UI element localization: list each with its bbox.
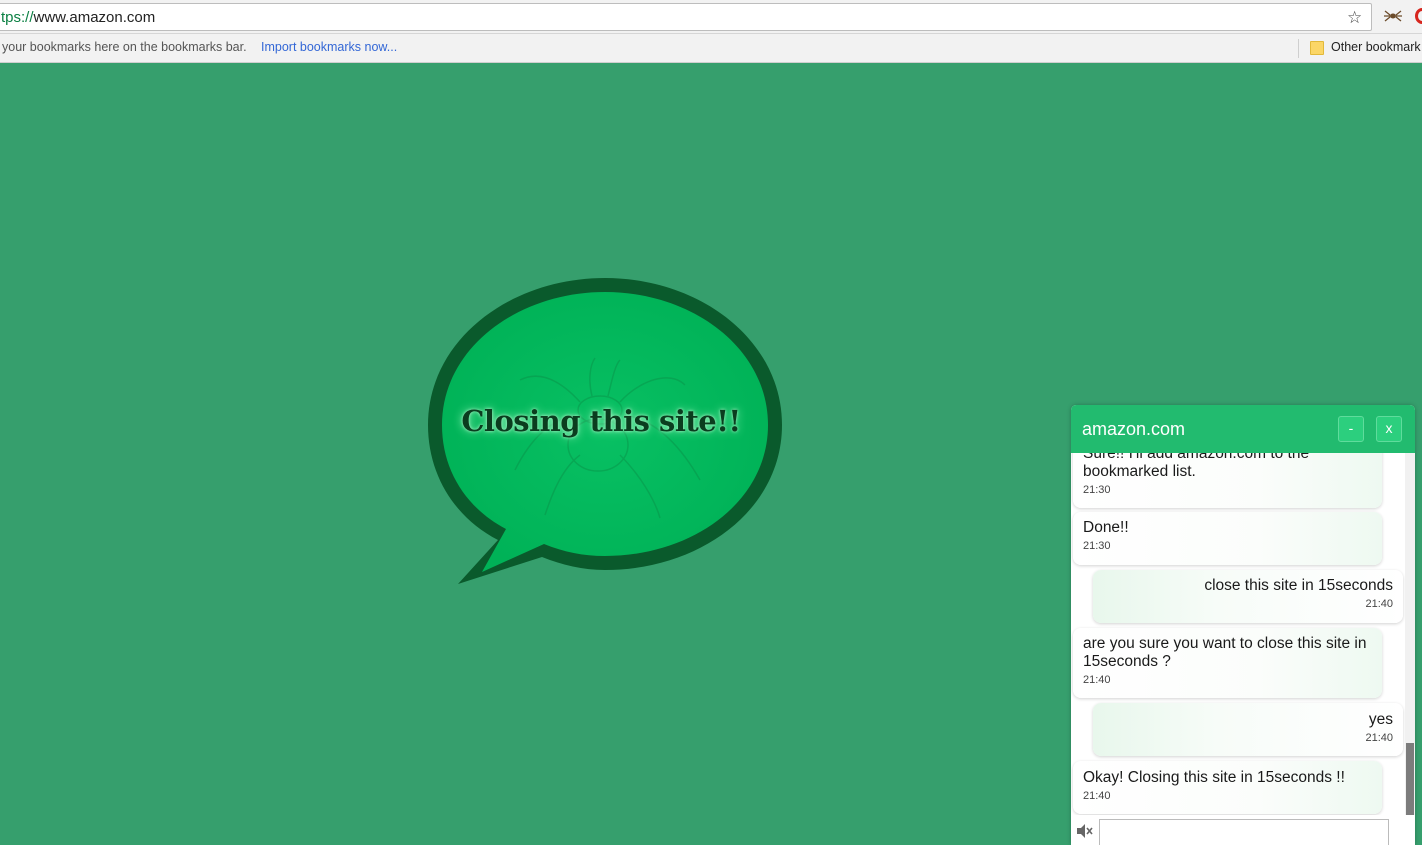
chat-message-input[interactable] — [1099, 819, 1389, 845]
chat-message-bot: Done!! 21:30 — [1073, 512, 1382, 565]
address-bar: tps://www.amazon.com ☆ — [0, 0, 1422, 34]
url-text[interactable]: tps://www.amazon.com — [1, 9, 155, 26]
closing-speech-bubble: Closing this site!! — [420, 270, 790, 590]
url-host: www.amazon.com — [33, 9, 156, 26]
close-button[interactable]: x — [1376, 416, 1402, 442]
message-time: 21:40 — [1365, 732, 1393, 744]
bookmarks-divider — [1298, 39, 1299, 58]
closing-message: Closing this site!! — [461, 404, 741, 438]
message-time: 21:40 — [1083, 674, 1111, 686]
message-text: are you sure you want to close this site… — [1083, 635, 1367, 652]
chat-widget: amazon.com - x Sure!! I'll add amazon.co… — [1071, 405, 1415, 845]
message-text: close this site in 15seconds — [1204, 577, 1393, 594]
bookmarks-bar: your bookmarks here on the bookmarks bar… — [0, 34, 1422, 63]
extension-spider-icon[interactable] — [1383, 8, 1403, 24]
message-text: Done!! — [1083, 519, 1129, 536]
message-time: 21:40 — [1365, 598, 1393, 610]
chat-scrollbar-thumb[interactable] — [1406, 743, 1414, 815]
omnibox[interactable]: tps://www.amazon.com ☆ — [0, 3, 1372, 31]
message-time: 21:30 — [1083, 540, 1111, 552]
import-bookmarks-link[interactable]: Import bookmarks now... — [261, 40, 397, 54]
message-time: 21:40 — [1083, 790, 1111, 802]
extension-red-icon[interactable] — [1415, 8, 1422, 24]
message-text: bookmarked list. — [1083, 463, 1196, 480]
speaker-muted-icon[interactable] — [1076, 823, 1094, 839]
message-time: 21:30 — [1083, 484, 1111, 496]
bookmark-star-icon[interactable]: ☆ — [1347, 9, 1362, 27]
message-text: Sure!! I'll add amazon.com to the — [1083, 453, 1310, 462]
chat-title: amazon.com — [1082, 419, 1186, 439]
chat-message-bot: Okay! Closing this site in 15seconds !! … — [1073, 761, 1382, 814]
other-bookmarks-button[interactable]: Other bookmark — [1331, 40, 1421, 54]
chat-messages[interactable]: Sure!! I'll add amazon.com to the bookma… — [1071, 453, 1415, 815]
folder-icon — [1310, 41, 1324, 55]
minimize-button[interactable]: - — [1338, 416, 1364, 442]
url-scheme: tps:// — [1, 9, 34, 26]
message-text: 15seconds ? — [1083, 653, 1171, 670]
message-text: Okay! Closing this site in 15seconds !! — [1083, 769, 1345, 786]
message-text: yes — [1368, 711, 1393, 728]
chat-message-bot: Sure!! I'll add amazon.com to the bookma… — [1073, 453, 1382, 508]
chat-footer — [1071, 815, 1415, 845]
chat-message-user: close this site in 15seconds 21:40 — [1093, 570, 1403, 623]
chat-header[interactable]: amazon.com - x — [1071, 405, 1415, 453]
chat-message-user: yes 21:40 — [1093, 703, 1403, 756]
bookmarks-hint: your bookmarks here on the bookmarks bar… — [2, 40, 247, 54]
chat-message-bot: are you sure you want to close this site… — [1073, 628, 1382, 698]
